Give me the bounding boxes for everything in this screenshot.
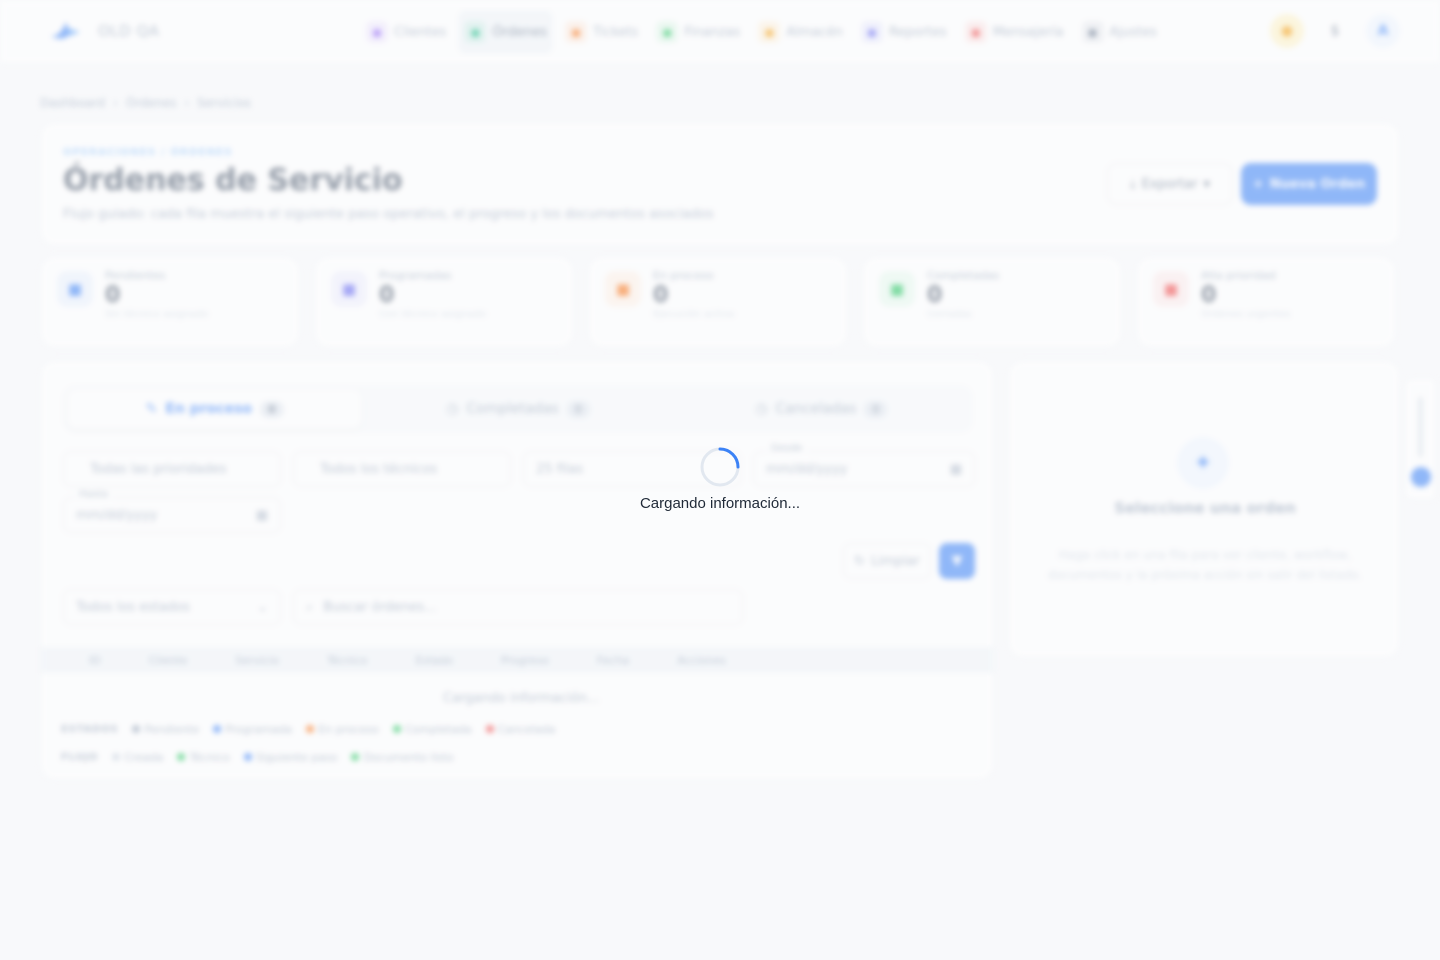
- loading-spinner-icon: [700, 447, 740, 487]
- loading-overlay: Cargando información...: [0, 0, 1440, 960]
- loading-text: Cargando información...: [639, 495, 801, 512]
